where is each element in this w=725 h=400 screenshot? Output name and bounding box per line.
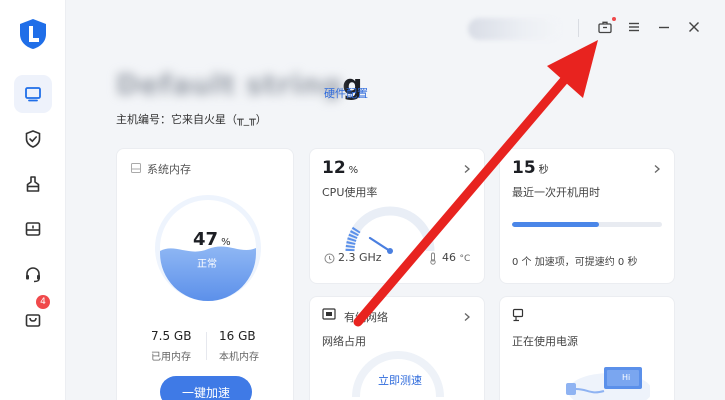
boot-chevron-right-icon[interactable] (652, 159, 662, 173)
titlebar-divider (578, 19, 579, 37)
gift-box-button[interactable] (594, 16, 616, 38)
cpu-usage-value: 12 (322, 158, 346, 178)
broom-icon (26, 176, 40, 192)
bag-icon (25, 314, 41, 327)
cpu-frequency: 2.3 GHz (338, 251, 382, 264)
new-indicator-dot (612, 17, 616, 21)
hardware-config-link[interactable]: 硬件配置 (324, 85, 368, 101)
network-card-icon (322, 308, 336, 320)
thermometer-icon (430, 252, 436, 265)
memory-chip-icon (131, 163, 141, 173)
monitor-icon (25, 87, 41, 102)
sidebar-item-security[interactable] (14, 120, 52, 158)
cpu-usage: 12% (322, 158, 358, 178)
toolbox-icon (25, 222, 41, 236)
memory-divider (206, 332, 207, 360)
hamburger-icon (629, 22, 639, 32)
memory-percent: 47% (193, 229, 231, 250)
cpu-label: CPU使用率 (322, 186, 378, 199)
boot-progress-bar (512, 222, 662, 227)
clock-icon (324, 253, 335, 264)
sidebar-item-toolbox[interactable] (14, 210, 52, 248)
boot-note: 0 个 加速项，可提速约 0 秒 (512, 257, 638, 268)
power-illustration (566, 367, 650, 400)
cpu-temperature-unit: °C (459, 254, 471, 264)
boot-progress-fill (512, 222, 599, 227)
cpu-temperature-value: 46 (442, 251, 456, 264)
sidebar-item-support[interactable] (14, 255, 52, 293)
total-memory-value: 16 GB (219, 329, 256, 343)
user-account-pill[interactable] (468, 18, 560, 40)
boot-time: 15 秒 (512, 158, 549, 178)
shield-icon (25, 130, 41, 148)
boost-button[interactable]: 一键加速 (160, 376, 252, 400)
memory-percent-value: 47 (193, 229, 219, 250)
minimize-button[interactable] (653, 16, 675, 38)
power-plug-icon (512, 308, 524, 322)
cpu-speed-dial (345, 206, 435, 254)
sidebar-item-cleanup[interactable] (14, 165, 52, 203)
notification-badge: 4 (36, 295, 50, 309)
minimize-icon (659, 26, 669, 29)
network-chevron-right-icon[interactable] (462, 307, 472, 321)
power-label: 正在使用电源 (512, 335, 578, 348)
memory-status: 正常 (197, 259, 217, 270)
cpu-chevron-right-icon[interactable] (462, 159, 472, 173)
main-panel: Default stringg 硬件配置 主机编号：它来自火星（╥_╥） 系统内… (66, 0, 725, 400)
close-icon (689, 22, 699, 32)
headset-icon (26, 267, 40, 283)
boot-card[interactable]: 15 秒 最近一次开机用时 0 个 加速项，可提速约 0 秒 (499, 148, 675, 284)
menu-button[interactable] (623, 16, 645, 38)
cpu-card[interactable]: 12% CPU使用率 2.3 GHz 46 °C (309, 148, 485, 284)
network-title: 有线网络 (344, 311, 388, 324)
network-dial (352, 351, 444, 397)
boot-label: 最近一次开机用时 (512, 186, 600, 199)
sidebar: 4 (0, 0, 66, 400)
boot-time-value: 15 (512, 158, 536, 178)
device-name-blurred: Default string (116, 68, 343, 101)
memory-percent-unit: % (221, 237, 231, 248)
speed-test-button[interactable]: 立即测速 (378, 372, 422, 388)
power-screen-text: Hi (622, 373, 631, 382)
close-button[interactable] (683, 16, 705, 38)
memory-card: 系统内存 47% 正常 7.5 GB 已用内存 16 GB 本机内存 (116, 148, 294, 400)
cpu-usage-unit: % (348, 165, 359, 176)
used-memory-value: 7.5 GB (151, 329, 192, 343)
sidebar-item-overview[interactable] (14, 75, 52, 113)
app-logo-icon (19, 18, 47, 50)
sidebar-item-store[interactable]: 4 (14, 295, 52, 338)
cpu-temperature: 46 °C (442, 251, 470, 264)
memory-title: 系统内存 (147, 163, 191, 176)
boot-time-unit: 秒 (538, 165, 549, 176)
total-memory-label: 本机内存 (219, 352, 259, 363)
host-id-text: 主机编号：它来自火星（╥_╥） (116, 113, 267, 126)
power-card[interactable]: 正在使用电源 Hi (499, 296, 675, 400)
briefcase-icon (598, 21, 612, 34)
used-memory-label: 已用内存 (151, 352, 191, 363)
network-card[interactable]: 有线网络 网络占用 立即测速 (309, 296, 485, 400)
